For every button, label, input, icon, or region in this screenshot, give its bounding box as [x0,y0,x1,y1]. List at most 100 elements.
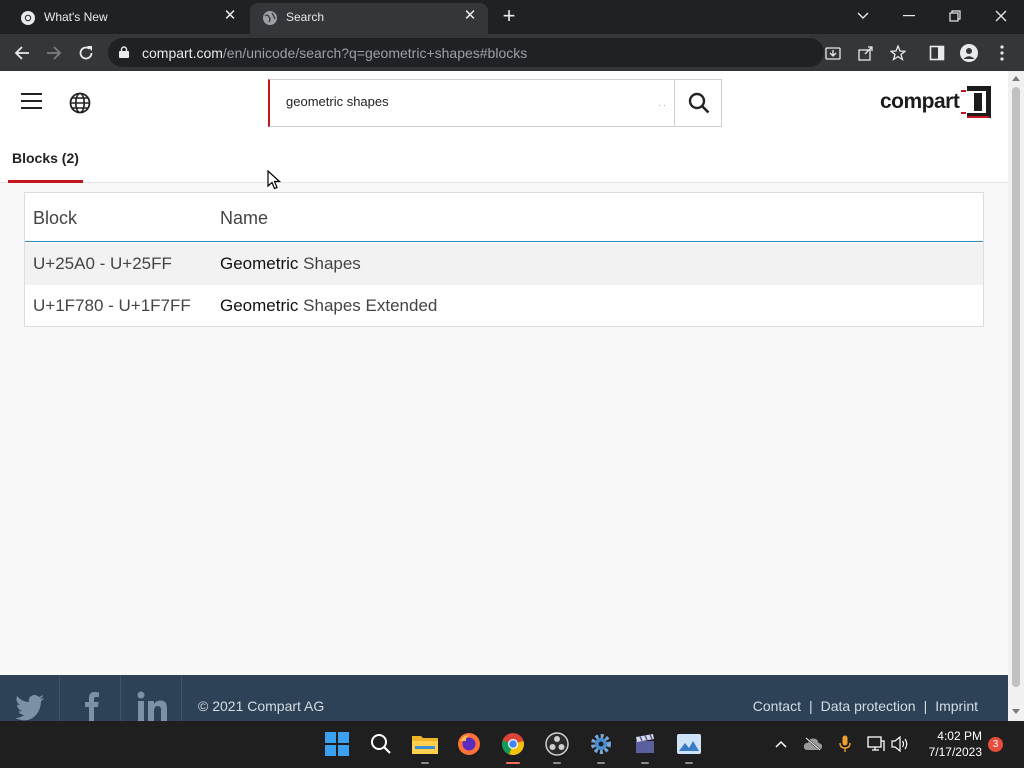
chrome-icon [21,11,35,25]
facebook-link[interactable] [61,675,121,721]
close-tab-icon[interactable]: ✕ [462,7,478,24]
show-hidden-icons-chevron-icon[interactable] [771,734,791,754]
side-panel-icon[interactable] [926,42,948,64]
url-text: compart.com/en/unicode/search?q=geometri… [142,45,528,61]
microphone-icon[interactable] [835,734,855,754]
highlighted-match: Geometric [220,296,299,315]
lock-icon [119,46,129,58]
running-indicator [641,762,649,764]
block-range-cell[interactable]: U+25A0 - U+25FF [33,254,172,274]
table-header: Block Name [25,193,983,242]
search-icon [688,92,710,114]
running-indicator [421,762,429,764]
minimize-button[interactable] [894,4,924,28]
firefox-icon [458,733,480,755]
forward-arrow-icon[interactable] [43,42,65,64]
install-app-icon[interactable] [822,42,844,64]
blocks-table: Block Name U+25A0 - U+25FF Geometric Sha… [24,192,984,327]
copyright-text: © 2021 Compart AG [198,698,325,714]
running-indicator [553,762,561,764]
site-footer: © 2021 Compart AG Contact | Data protect… [0,675,1008,721]
notification-count-badge[interactable]: 3 [988,737,1003,752]
browser-tab-search[interactable]: Search ✕ [250,3,488,34]
browser-toolbar: compart.com/en/unicode/search?q=geometri… [0,34,1024,71]
obs-icon [545,732,569,756]
running-indicator [506,762,520,764]
scroll-down-arrow-icon[interactable] [1012,709,1020,714]
gear-icon [591,734,611,754]
tab-blocks[interactable]: Blocks (2) [8,135,83,183]
menu-icon[interactable] [21,93,43,111]
active-tab-indicator [8,180,83,183]
close-tab-icon[interactable]: ✕ [222,7,238,24]
system-clock[interactable]: 4:02 PM 7/17/2023 [920,728,982,760]
language-globe-icon[interactable] [69,92,91,114]
site-header: ·· compart [0,71,1008,135]
profile-icon[interactable] [958,42,980,64]
taskbar-search-button[interactable] [366,729,396,759]
clock-date: 7/17/2023 [928,745,982,759]
image-icon [677,734,701,754]
search-button[interactable] [674,79,723,127]
network-icon[interactable] [866,734,886,754]
windows-logo-icon [325,732,349,756]
clapperboard-icon [636,734,654,753]
photos-button[interactable] [674,729,704,764]
link-separator: | [923,698,928,714]
reload-icon[interactable] [75,42,97,64]
block-name-cell[interactable]: Geometric Shapes Extended [220,296,437,316]
column-header-name: Name [220,208,269,228]
search-input[interactable] [286,94,656,109]
link-separator: | [808,698,813,714]
table-row[interactable]: U+1F780 - U+1F7FF Geometric Shapes Exten… [25,285,983,327]
browser-tab-strip: What's New ✕ Search ✕ + [0,0,1024,34]
compart-logo[interactable]: compart [880,86,992,118]
twitter-icon [14,695,44,721]
settings-button[interactable] [586,729,616,764]
back-arrow-icon[interactable] [11,42,33,64]
page-scrollbar[interactable] [1008,71,1024,721]
file-explorer-button[interactable] [410,729,440,764]
volume-icon[interactable] [890,734,910,754]
linkedin-icon [137,691,167,721]
search-icon [371,734,391,754]
highlighted-match: Geometric [220,254,299,273]
clock-time: 4:02 PM [937,729,982,743]
new-tab-button[interactable]: + [498,5,520,28]
tab-search-chevron-icon[interactable] [848,4,878,28]
table-row[interactable]: U+25A0 - U+25FF Geometric Shapes [25,243,983,285]
running-indicator [685,762,693,764]
contact-link[interactable]: Contact [753,698,801,714]
browser-tab-whats-new[interactable]: What's New ✕ [8,3,248,34]
restore-button[interactable] [940,4,970,28]
name-rest: Shapes [298,254,361,273]
address-bar[interactable]: compart.com/en/unicode/search?q=geometri… [108,38,824,67]
share-icon[interactable] [855,42,877,64]
onedrive-offline-icon[interactable] [803,734,823,754]
twitter-link[interactable] [0,675,60,721]
result-tabs: Blocks (2) [0,135,1008,183]
linkedin-link[interactable] [122,675,182,721]
running-indicator [597,762,605,764]
windows-taskbar: 4:02 PM 7/17/2023 [0,721,1024,768]
footer-links: Contact | Data protection | Imprint [753,698,978,714]
obs-button[interactable] [542,729,572,764]
browser-menu-icon[interactable] [991,42,1013,64]
name-rest: Shapes Extended [298,296,438,315]
video-editor-button[interactable] [630,729,660,764]
data-protection-link[interactable]: Data protection [821,698,916,714]
scroll-up-arrow-icon[interactable] [1012,76,1020,81]
tab-title: What's New [44,10,108,24]
facebook-icon [84,692,99,721]
mouse-cursor-icon [267,170,281,190]
scrollbar-thumb[interactable] [1012,87,1020,687]
firefox-button[interactable] [454,729,484,759]
block-range-cell[interactable]: U+1F780 - U+1F7FF [33,296,191,316]
start-button[interactable] [322,729,352,759]
close-window-button[interactable] [986,4,1016,28]
chrome-button[interactable] [498,729,528,764]
block-name-cell[interactable]: Geometric Shapes [220,254,361,274]
imprint-link[interactable]: Imprint [935,698,978,714]
bookmark-star-icon[interactable] [887,42,909,64]
site-search-box: ·· [268,79,722,127]
